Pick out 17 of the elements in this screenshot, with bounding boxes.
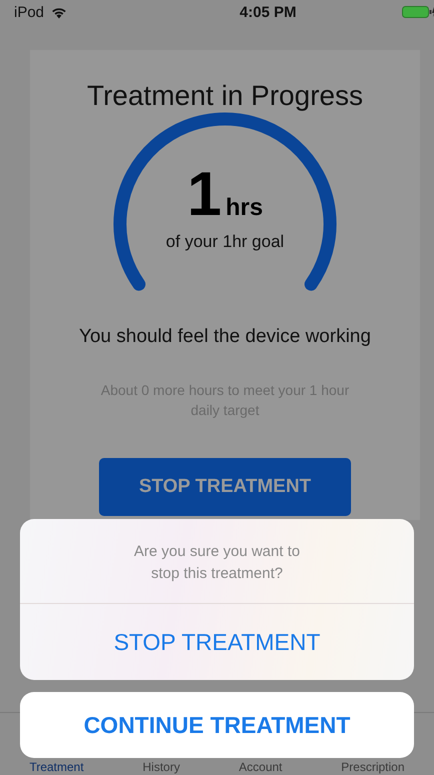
hours-unit: hrs [226, 194, 263, 222]
tab-item[interactable]: Account [238, 760, 282, 774]
stop-treatment-button[interactable]: STOP TREATMENT [99, 458, 351, 516]
tab-item[interactable]: Treatment [29, 760, 84, 774]
screen-title: Treatment in Progress [87, 80, 363, 112]
tab-item[interactable]: History [142, 760, 180, 774]
battery-icon [402, 5, 434, 19]
goal-caption: of your 1hr goal [166, 232, 284, 252]
clock-time: 4:05 PM [240, 4, 296, 20]
carrier-label: iPod [14, 4, 44, 20]
hours-value: 1 [187, 164, 222, 226]
confirm-message: Are you sure you want to stop this treatment? [20, 519, 414, 604]
continue-treatment-button[interactable]: CONTINUE TREATMENT [20, 692, 414, 758]
wifi-icon [50, 6, 68, 18]
sheet-action-button[interactable]: STOP TREATMENT [20, 604, 414, 680]
status-message: You should feel the device working [79, 326, 371, 348]
tab-item[interactable]: Prescription [341, 760, 405, 774]
